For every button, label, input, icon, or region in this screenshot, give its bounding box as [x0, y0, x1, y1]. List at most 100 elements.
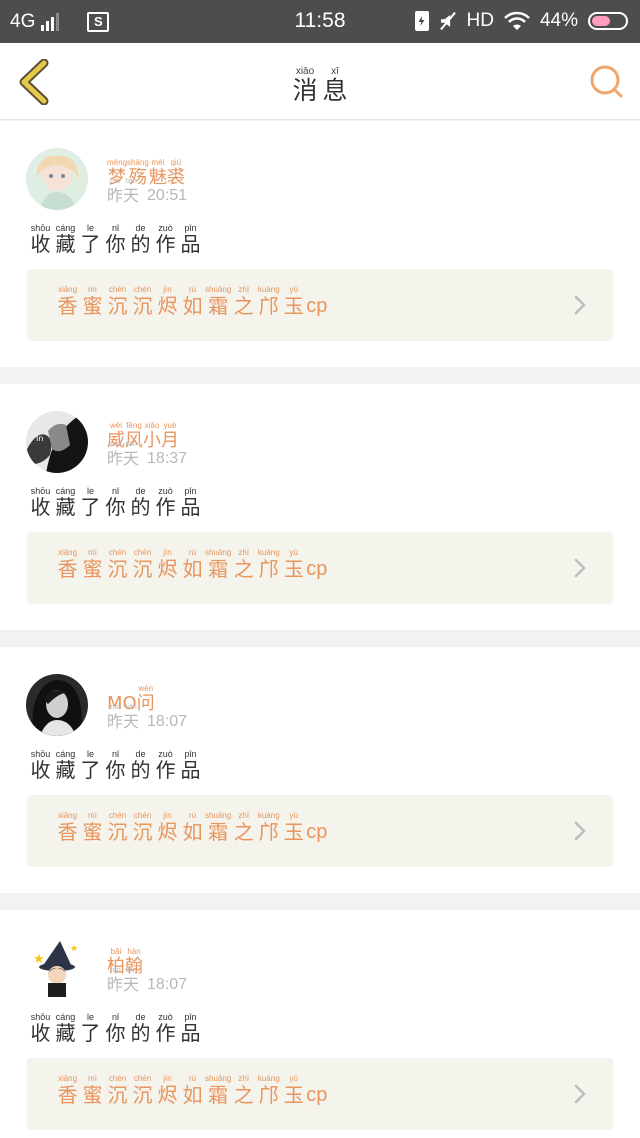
message-card[interactable]: ★ ★ bǎi 柏 hàn 翰 zuó 昨 tiān 天 18:07 shōu 收 cáng 藏 l…	[0, 910, 640, 1138]
work-link[interactable]: xiāng 香 mì 蜜 chén 沉 chén 沉 jìn 烬 rú 如 shuāng 霜 zhī 之 kuà…	[27, 269, 613, 341]
character: 沉	[107, 294, 128, 318]
ruby-char: tiān 天	[123, 703, 139, 731]
character: 你	[105, 495, 126, 519]
character: 如	[182, 1083, 203, 1107]
character: 香	[57, 1083, 78, 1107]
time-text: 18:37	[147, 450, 188, 467]
ruby-char: shōu 收	[28, 486, 53, 518]
character: 香	[57, 294, 78, 318]
character: 作	[155, 1021, 176, 1045]
character: 了	[80, 758, 101, 782]
action-text: shōu 收 cáng 藏 le 了 nǐ 你 de 的 zuò 作 pǐn 品	[28, 479, 203, 518]
character: 你	[105, 1021, 126, 1045]
ruby-char: shuāng 霜	[205, 1074, 231, 1106]
search-icon[interactable]	[588, 63, 624, 99]
character: cp	[306, 295, 328, 317]
mute-icon	[439, 12, 457, 30]
message-card[interactable]: MO wèn 问 zuó 昨 tiān 天 18:07 shōu 收 cáng 藏 le 了 nǐ 你 d…	[0, 647, 640, 893]
ruby-char: zuò 作	[153, 486, 178, 518]
user-avatar[interactable]: In	[26, 411, 88, 473]
user-avatar[interactable]	[26, 674, 88, 736]
character: 藏	[55, 232, 76, 256]
work-link[interactable]: xiāng 香 mì 蜜 chén 沉 chén 沉 jìn 烬 rú 如 shuāng 霜 zhī 之 kuà…	[27, 1058, 613, 1130]
status-bar: 4G S 11:58 HD 44%	[0, 0, 640, 43]
ruby-char: zuó 昨	[107, 703, 123, 731]
character: 沉	[107, 1083, 128, 1107]
ruby-char: xī 息	[320, 67, 350, 105]
ruby-char: yù 玉	[281, 548, 306, 580]
timestamp: zuó 昨 tiān 天 18:07	[107, 703, 187, 731]
wifi-icon	[504, 11, 530, 30]
character: 沉	[107, 820, 128, 844]
battery-percent: 44%	[539, 10, 578, 31]
svg-text:★: ★	[70, 944, 78, 954]
character: 收	[30, 758, 51, 782]
ruby-char: jìn 烬	[155, 285, 180, 317]
character: 之	[233, 820, 254, 844]
ruby-char: zuó 昨	[107, 966, 123, 994]
ruby-char: yù 玉	[281, 811, 306, 843]
ruby-char: zuó 昨	[107, 440, 123, 468]
ruby-char: cáng 藏	[53, 1012, 78, 1044]
ruby-char: pǐn 品	[178, 486, 203, 518]
work-link[interactable]: xiāng 香 mì 蜜 chén 沉 chén 沉 jìn 烬 rú 如 shuāng 霜 zhī 之 kuà…	[27, 795, 613, 867]
ruby-char: mì 蜜	[80, 548, 105, 580]
character: 昨	[107, 712, 124, 731]
ruby-char: cp	[306, 548, 327, 580]
ruby-char: zuò 作	[153, 223, 178, 255]
character: 品	[180, 495, 201, 519]
message-card[interactable]: In wēi 威 fēng 风 xiǎo 小 yuè 月 zuó 昨 tiān 天 18:37 sh…	[0, 384, 640, 630]
character: 你	[105, 758, 126, 782]
character: 玉	[283, 557, 304, 581]
character: 霜	[208, 1083, 229, 1107]
character: 的	[130, 232, 151, 256]
ruby-char: shuāng 霜	[205, 811, 231, 843]
character: 收	[30, 495, 51, 519]
work-title: xiāng 香 mì 蜜 chén 沉 chén 沉 jìn 烬 rú 如 shuāng 霜 zhī 之 kuà…	[55, 285, 328, 318]
ruby-char: xiāng 香	[55, 811, 80, 843]
user-avatar[interactable]	[26, 148, 88, 210]
character: 玉	[283, 1083, 304, 1107]
ruby-char: chén 沉	[105, 285, 130, 317]
character: 昨	[107, 186, 124, 205]
character: 你	[105, 232, 126, 256]
ruby-char: shōu 收	[28, 749, 53, 781]
title-ruby: xiāo 消 xī 息	[290, 67, 350, 105]
character: 蜜	[82, 557, 103, 581]
character: 藏	[55, 495, 76, 519]
character: 邝	[258, 1083, 279, 1107]
ruby-char: pǐn 品	[178, 223, 203, 255]
character: 天	[123, 449, 140, 468]
ruby-char: pǐn 品	[178, 1012, 203, 1044]
chevron-right-icon	[574, 558, 586, 578]
ruby-char: chén 沉	[105, 548, 130, 580]
ruby-char: zhī 之	[231, 285, 256, 317]
character: 香	[57, 820, 78, 844]
timestamp: zuó 昨 tiān 天 18:07	[107, 966, 187, 994]
character: 品	[180, 1021, 201, 1045]
ruby-char: cáng 藏	[53, 486, 78, 518]
user-avatar[interactable]: ★ ★	[26, 937, 88, 999]
message-card[interactable]: mèng 梦 shāng 殇 mèi 魅 qiú 裘 zuó 昨 tiān 天 20:51 shōu…	[0, 121, 640, 367]
action-text: shōu 收 cáng 藏 le 了 nǐ 你 de 的 zuò 作 pǐn 品	[28, 216, 203, 255]
character: 烬	[157, 557, 178, 581]
ruby-char: xiāng 香	[55, 285, 80, 317]
battery-saver-icon	[414, 11, 429, 31]
character: 之	[233, 557, 254, 581]
hd-label: HD	[466, 10, 494, 31]
pinyin	[316, 811, 318, 821]
ruby-char: cp	[306, 285, 327, 317]
ruby-char: jìn 烬	[155, 1074, 180, 1106]
character: 沉	[132, 820, 153, 844]
character: 霜	[208, 557, 229, 581]
character: 收	[30, 232, 51, 256]
ruby-char: nǐ 你	[103, 749, 128, 781]
character: 昨	[107, 449, 124, 468]
chevron-right-icon	[574, 821, 586, 841]
character: 了	[80, 495, 101, 519]
character: 沉	[132, 557, 153, 581]
ruby-char: cp	[306, 811, 327, 843]
time-text: 18:07	[147, 976, 188, 993]
work-link[interactable]: xiāng 香 mì 蜜 chén 沉 chén 沉 jìn 烬 rú 如 shuāng 霜 zhī 之 kuà…	[27, 532, 613, 604]
character: 霜	[208, 294, 229, 318]
